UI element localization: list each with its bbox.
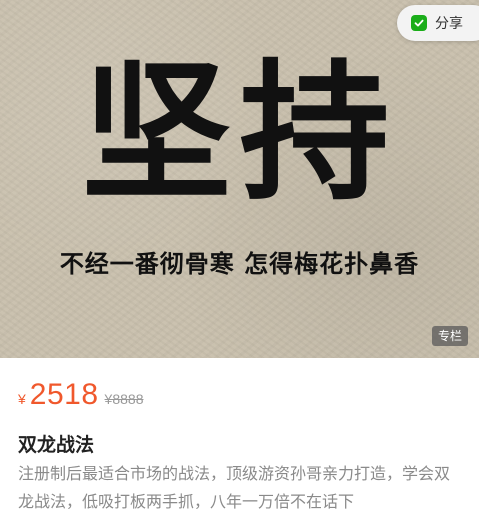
cover-title: 坚持	[81, 45, 398, 221]
cover-subtitle: 不经一番彻骨寒 怎得梅花扑鼻香	[59, 249, 420, 278]
course-detail-page: 坚持 不经一番彻骨寒 怎得梅花扑鼻香 分享 专栏 ¥ 2518 ¥8888 双龙…	[0, 0, 479, 527]
currency-symbol: ¥	[18, 391, 26, 407]
cover-image: 坚持 不经一番彻骨寒 怎得梅花扑鼻香 分享 专栏	[0, 0, 479, 358]
column-badge: 专栏	[431, 326, 468, 346]
original-price: ¥8888	[104, 391, 144, 407]
share-icon	[411, 15, 427, 31]
course-description: 注册制后最适合市场的战法，顶级游资孙哥亲力打造，学会双龙战法，低吸打板两手抓，八…	[18, 464, 451, 511]
current-price: 2518	[29, 378, 99, 411]
course-title: 双龙战法	[18, 434, 95, 456]
share-button[interactable]: 分享	[397, 5, 479, 41]
share-label: 分享	[435, 16, 463, 32]
price-row: ¥ 2518 ¥8888	[18, 378, 143, 412]
